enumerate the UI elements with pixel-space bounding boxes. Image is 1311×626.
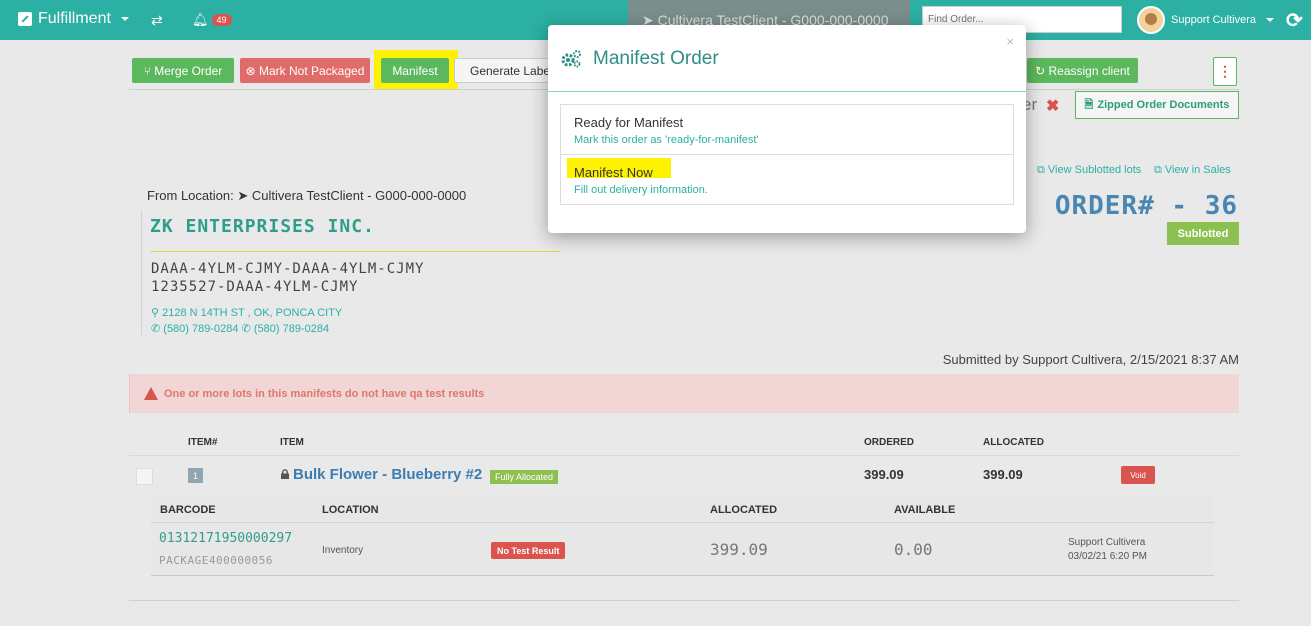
app-logo-icon <box>18 12 32 26</box>
phone-1: (580) 789-0284 <box>163 323 239 335</box>
phone-icon: ✆ <box>151 323 164 335</box>
column-header-allocated: ALLOCATED <box>983 437 1044 448</box>
manifest-order-modal: × Manifest Order Ready for Manifest Mark… <box>548 25 1026 233</box>
more-options-button[interactable]: ⋮ <box>1213 57 1237 86</box>
license-line-2: 1235527-DAAA-4YLM-CJMY <box>151 279 359 295</box>
bell-icon: 🔔︎ <box>192 12 209 27</box>
column-header-item: ITEM <box>280 437 304 448</box>
manifest-options-list: Ready for Manifest Mark this order as 'r… <box>560 104 1014 205</box>
option-title: Manifest Now <box>574 165 653 180</box>
external-link-icon: ⧉ <box>1037 164 1048 176</box>
close-icon[interactable]: × <box>1006 34 1014 49</box>
column-header-barcode: BARCODE <box>160 504 216 516</box>
merge-order-label: Merge Order <box>154 63 223 78</box>
close-icon[interactable]: ✖ <box>1046 96 1059 116</box>
user-name: Support Cultivera <box>1171 14 1256 26</box>
external-link-icon: ⧉ <box>1154 164 1165 176</box>
status-badge: Fully Allocated <box>490 470 559 484</box>
divider <box>129 455 1239 456</box>
divider <box>548 91 1026 92</box>
merge-order-button[interactable]: ⑂ Merge Order <box>132 58 234 83</box>
reassign-client-label: Reassign client <box>1048 63 1130 78</box>
notifications-button[interactable]: 🔔︎ 49 <box>192 12 232 28</box>
column-header-ordered: ORDERED <box>864 437 915 448</box>
status-badge: Sublotted <box>1167 222 1239 245</box>
caret-down-icon <box>120 17 129 21</box>
refresh-icon[interactable]: ⟳ <box>1286 8 1303 33</box>
lot-user: Support Cultivera <box>1068 537 1146 548</box>
map-marker-icon: ⚲ <box>151 307 163 319</box>
lot-allocated-value: 399.09 <box>710 540 768 559</box>
ordered-value: 399.09 <box>864 467 904 482</box>
alert-text: One or more lots in this manifests do no… <box>164 387 485 400</box>
void-button[interactable]: Void <box>1121 466 1155 484</box>
from-location-label: From Location: <box>147 188 234 203</box>
view-in-sales-label: View in Sales <box>1164 164 1231 176</box>
phone-icon: ✆ <box>241 323 254 335</box>
caret-down-icon <box>1266 18 1274 22</box>
option-title: Ready for Manifest <box>574 115 684 130</box>
from-location-value: Cultivera TestClient - G000-000-0000 <box>251 188 467 203</box>
file-zip-icon: 🗎︎ <box>1084 98 1094 111</box>
divider <box>151 522 1214 523</box>
from-location: From Location: ➤ Cultivera TestClient - … <box>147 188 466 204</box>
option-description: Mark this order as 'ready-for-manifest' <box>574 134 759 146</box>
location-arrow-icon: ➤ <box>237 188 249 203</box>
license-line-1: DAAA-4YLM-CJMY-DAAA-4YLM-CJMY <box>151 261 425 277</box>
generate-label-button[interactable]: Generate Label <box>454 58 558 83</box>
qa-warning-alert: One or more lots in this manifests do no… <box>129 374 1239 413</box>
lot-location: Inventory <box>322 545 364 556</box>
order-number: ORDER# - 36 <box>1054 191 1238 221</box>
divider <box>141 210 142 335</box>
ready-for-manifest-option[interactable]: Ready for Manifest Mark this order as 'r… <box>561 105 1013 155</box>
column-header-item-no: ITEM# <box>188 437 218 448</box>
divider <box>151 575 1214 576</box>
zipped-documents-button[interactable]: 🗎︎ Zipped Order Documents <box>1075 91 1239 119</box>
address-text: 2128 N 14TH ST , OK, PONCA CITY <box>162 307 343 319</box>
test-status-badge: No Test Result <box>491 542 566 559</box>
column-header-location: LOCATION <box>322 504 379 516</box>
reassign-client-button[interactable]: ↻ Reassign client <box>1027 58 1138 83</box>
package-id: PACKAGE400000056 <box>159 554 273 567</box>
allocated-value: 399.09 <box>983 467 1023 482</box>
warning-icon <box>144 387 158 400</box>
address: ⚲ 2128 N 14TH ST , OK, PONCA CITY <box>151 306 342 319</box>
column-header-available: AVAILABLE <box>894 504 956 516</box>
phones: ✆ (580) 789-0284 ✆ (580) 789-0284 <box>151 322 329 335</box>
notifications-count-badge: 49 <box>211 14 232 26</box>
swap-icon[interactable]: ⇄ <box>151 12 163 29</box>
brand-menu[interactable]: Fulfillment <box>18 10 129 28</box>
company-name: ZK ENTERPRISES INC. <box>150 216 375 237</box>
zipped-documents-label: Zipped Order Documents <box>1097 99 1230 111</box>
lots-subtable <box>151 496 1214 576</box>
mark-not-packaged-label: Mark Not Packaged <box>259 63 365 78</box>
avatar <box>1137 6 1165 34</box>
view-sublotted-link[interactable]: ⧉ View Sublotted lots <box>1037 164 1141 177</box>
phone-2: (580) 789-0284 <box>253 323 330 335</box>
barcode-link[interactable]: 01312171950000297 <box>159 531 292 546</box>
submitted-info: Submitted by Support Cultivera, 2/15/202… <box>942 352 1239 367</box>
user-menu[interactable]: Support Cultivera <box>1137 6 1274 34</box>
manifest-button[interactable]: Manifest <box>381 58 449 83</box>
item-name-link[interactable]: Bulk Flower - Blueberry #2 <box>293 466 482 483</box>
view-in-sales-link[interactable]: ⧉ View in Sales <box>1154 164 1231 177</box>
mark-not-packaged-button[interactable]: ⊗ Mark Not Packaged <box>240 58 370 83</box>
lot-date: 03/02/21 6:20 PM <box>1068 551 1147 562</box>
lock-icon <box>281 469 289 479</box>
row-checkbox[interactable] <box>136 468 153 485</box>
divider <box>129 600 1239 601</box>
divider <box>150 251 560 252</box>
lot-available-value: 0.00 <box>894 540 933 559</box>
option-description: Fill out delivery information. <box>574 184 708 196</box>
manifest-now-option[interactable]: Manifest Now Fill out delivery informati… <box>561 155 1013 205</box>
view-sublotted-label: View Sublotted lots <box>1047 164 1142 176</box>
column-header-lot-allocated: ALLOCATED <box>710 504 778 516</box>
refresh-icon: ↻ <box>1035 63 1049 78</box>
item-number-badge: 1 <box>188 468 203 483</box>
times-circle-icon: ⊗ <box>245 63 259 78</box>
modal-title: Manifest Order <box>593 48 719 69</box>
gears-icon <box>561 50 581 68</box>
merge-icon: ⑂ <box>143 63 155 78</box>
brand-label: Fulfillment <box>38 10 111 27</box>
